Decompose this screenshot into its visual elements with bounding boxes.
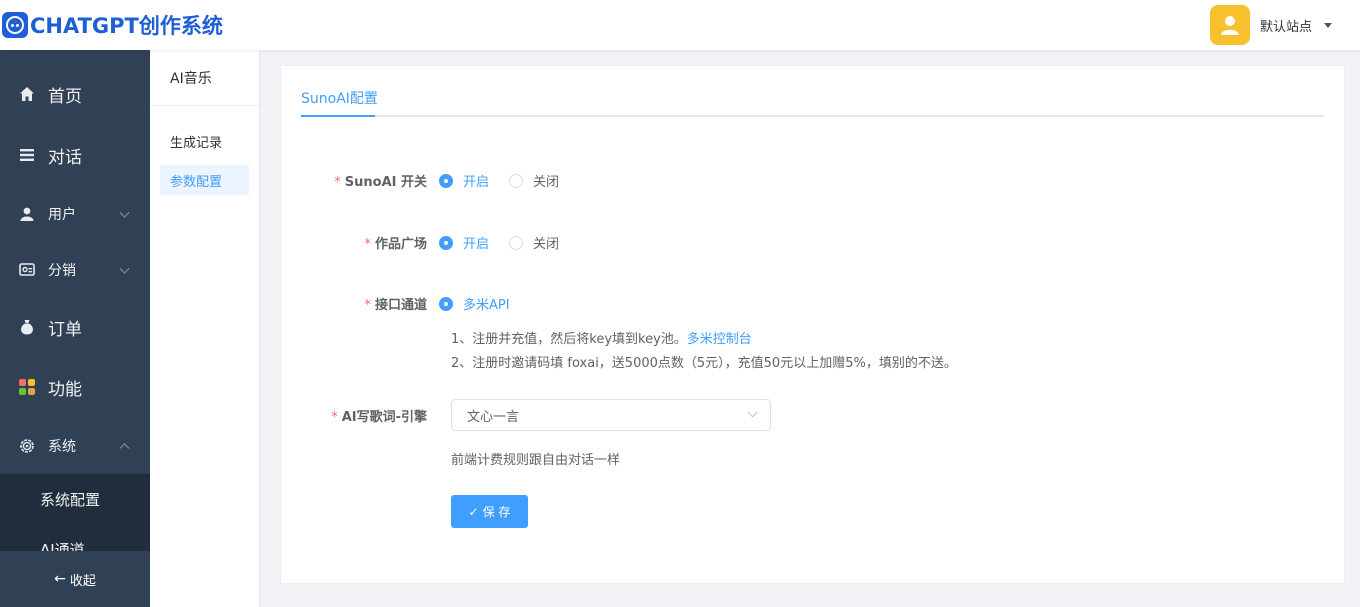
sidebar-item-users[interactable]: 用户 (0, 186, 150, 242)
check-icon: ✓ (468, 504, 479, 519)
channel-duomi-radio[interactable]: 多米API (439, 294, 510, 313)
robot-logo-icon (2, 12, 28, 38)
user-avatar-icon (1220, 16, 1239, 35)
tab-active-indicator (301, 115, 375, 117)
engine-hint: 前端计费规则跟自由对话一样 (451, 453, 621, 468)
chevron-down-icon (747, 407, 758, 418)
required-asterisk: * (364, 237, 371, 252)
lyrics-engine-value: 文心一言 (467, 409, 520, 425)
form-row-channel: * 接口通道 多米API (281, 294, 530, 313)
sidebar-item-label: 对话 (48, 147, 82, 168)
sidebar-item-label: 订单 (48, 319, 82, 340)
tab-suno-config[interactable]: SunoAI配置 (301, 88, 378, 108)
home-icon (19, 86, 35, 102)
sidebar-item-home[interactable]: 首页 (0, 50, 150, 138)
suno-switch-off-radio[interactable]: 关闭 (509, 171, 559, 190)
secondary-nav: AI音乐 生成记录 参数配置 (150, 50, 260, 607)
gallery-on-radio[interactable]: 开启 (439, 233, 489, 252)
sidebar-item-orders[interactable]: 订单 (0, 298, 150, 356)
subnav-item-label: 生成记录 (170, 135, 223, 151)
apps-icon (19, 379, 35, 395)
gallery-off-radio[interactable]: 关闭 (509, 233, 559, 252)
sidebar-item-chat[interactable]: 对话 (0, 138, 150, 172)
config-card: SunoAI配置 * SunoAI 开关 开启 关闭 * 作品广场 开启 关闭 * 接… (280, 65, 1345, 584)
form-row-gallery: * 作品广场 开启 关闭 (281, 233, 579, 252)
top-header: CHATGPT创作系统 默认站点 (0, 0, 1360, 50)
list-icon (19, 147, 35, 163)
form-row-suno-switch: * SunoAI 开关 开启 关闭 (281, 171, 579, 190)
required-asterisk: * (364, 298, 371, 313)
chevron-down-icon (119, 263, 130, 274)
duomi-console-link[interactable]: 多米控制台 (687, 332, 752, 347)
site-name: 默认站点 (1259, 19, 1312, 35)
user-icon (19, 206, 35, 222)
brand[interactable]: CHATGPT创作系统 (0, 10, 223, 40)
form-row-engine: * AI写歌词-引擎 (281, 406, 439, 425)
form-label: * 接口通道 (364, 298, 427, 313)
site-switcher[interactable]: 默认站点 (1209, 5, 1332, 45)
share-icon (19, 262, 35, 278)
brand-title: CHATGPT创作系统 (30, 14, 223, 38)
save-button-label: 保 存 (482, 505, 511, 519)
chevron-down-icon (119, 207, 130, 218)
sidebar-item-label: 分销 (48, 263, 76, 279)
subnav-item-records[interactable]: 生成记录 (160, 126, 249, 156)
form-label: * AI写歌词-引擎 (331, 410, 427, 425)
sidebar-item-label: 功能 (48, 379, 82, 400)
avatar (1209, 5, 1250, 45)
sidebar-item-label: 用户 (48, 207, 76, 223)
chevron-up-icon (119, 443, 130, 454)
caret-down-icon (1324, 22, 1332, 28)
suno-switch-on-radio[interactable]: 开启 (439, 171, 489, 190)
sidebar-item-system[interactable]: 系统 (0, 418, 150, 474)
subnav-item-label: 参数配置 (170, 174, 223, 190)
required-asterisk: * (331, 410, 338, 425)
sidebar-item-label: 首页 (48, 86, 82, 107)
money-bag-icon (19, 319, 35, 335)
gear-icon (19, 438, 35, 454)
secondary-nav-title: AI音乐 (150, 50, 259, 106)
sidebar-item-label: 系统配置 (40, 490, 101, 509)
subnav-item-settings[interactable]: 参数配置 (160, 165, 249, 195)
tab-bar: SunoAI配置 (301, 66, 1324, 117)
lyrics-engine-select[interactable]: 文心一言 (451, 399, 771, 431)
save-button[interactable]: ✓ 保 存 (451, 495, 528, 528)
sidebar: 首页 对话 用户 分销 订单 功能 系统 系统配置 AI通道 ← 收起 (0, 50, 150, 607)
channel-help-line-2: 2、注册时邀请码填 foxai，送5000点数（5元），充值50元以上加赠5%，… (451, 356, 957, 371)
form-label: * 作品广场 (364, 237, 427, 252)
sidebar-item-label: 系统 (48, 439, 76, 455)
form-label: * SunoAI 开关 (334, 175, 427, 190)
required-asterisk: * (334, 175, 341, 190)
sidebar-item-features[interactable]: 功能 (0, 356, 150, 418)
sidebar-item-system-config[interactable]: 系统配置 (0, 474, 150, 524)
sidebar-item-distribution[interactable]: 分销 (0, 242, 150, 298)
collapse-label: 收起 (69, 573, 96, 589)
arrow-left-icon: ← (54, 571, 66, 587)
collapse-button[interactable]: ← 收起 (0, 551, 150, 607)
channel-help-line-1: 1、注册并充值，然后将key填到key池。多米控制台 (451, 332, 752, 347)
